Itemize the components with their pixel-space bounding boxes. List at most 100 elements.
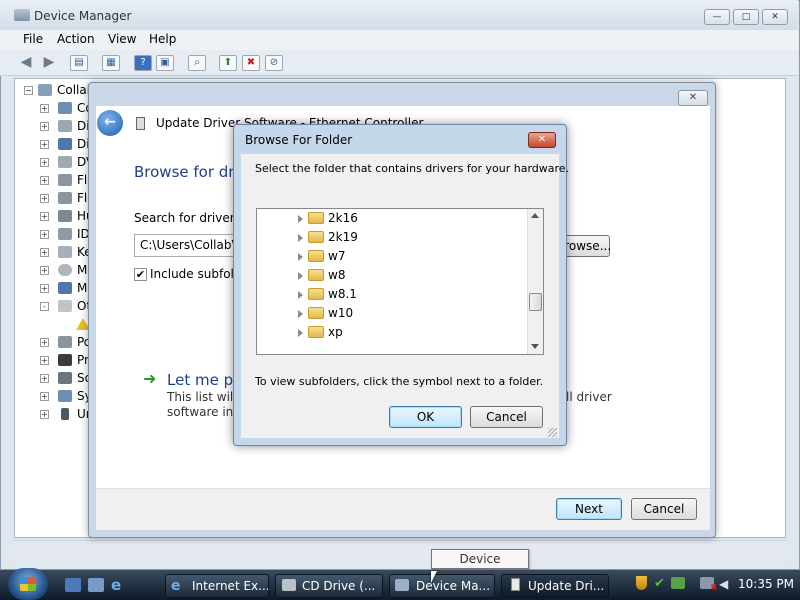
- disable-icon[interactable]: ⊘: [265, 55, 283, 71]
- minimize-button[interactable]: —: [704, 9, 730, 25]
- menu-help[interactable]: Help: [149, 32, 176, 46]
- update-driver-icon[interactable]: ⬆: [219, 55, 237, 71]
- mouse-icon: [58, 264, 72, 276]
- expand-arrow-icon[interactable]: [298, 291, 303, 299]
- usb-icon: [61, 408, 69, 420]
- floppy-drive-icon: [58, 192, 72, 204]
- browse-cancel-button[interactable]: Cancel: [470, 406, 543, 428]
- network-icon[interactable]: [671, 577, 685, 589]
- device-icon: [136, 117, 145, 130]
- folder-icon: [308, 307, 324, 319]
- pick-description-line1-tail: ll driver: [566, 390, 612, 404]
- taskbar-internet-explorer[interactable]: Internet Ex...: [165, 574, 269, 598]
- device-manager-icon: [395, 579, 409, 591]
- ok-button[interactable]: OK: [389, 406, 462, 428]
- ports-icon: [58, 336, 72, 348]
- help-icon[interactable]: ?: [134, 55, 152, 71]
- scan-hardware-icon[interactable]: ⌕: [188, 55, 206, 71]
- switch-windows-icon[interactable]: [88, 578, 104, 592]
- taskbar-label: CD Drive (...: [302, 579, 376, 593]
- show-desktop-icon[interactable]: [65, 578, 81, 592]
- folder-icon: [308, 288, 324, 300]
- start-button[interactable]: [8, 568, 48, 600]
- tree-expander[interactable]: +: [40, 194, 49, 203]
- clock[interactable]: 10:35 PM: [738, 577, 794, 591]
- folder-label: 2k16: [328, 211, 358, 225]
- processor-icon: [58, 354, 72, 366]
- tree-expander[interactable]: +: [40, 410, 49, 419]
- scroll-up-icon[interactable]: [531, 213, 539, 218]
- expand-arrow-icon[interactable]: [298, 253, 303, 261]
- expand-arrow-icon[interactable]: [298, 310, 303, 318]
- console-icon[interactable]: ▣: [156, 55, 174, 71]
- windows-logo-icon: [20, 577, 36, 591]
- scroll-thumb[interactable]: [529, 293, 542, 311]
- tree-expander[interactable]: +: [40, 338, 49, 347]
- tree-expander[interactable]: -: [40, 302, 49, 311]
- folder-icon: [308, 326, 324, 338]
- tree-expander[interactable]: +: [40, 284, 49, 293]
- let-me-pick-link[interactable]: Let me pi: [167, 371, 237, 389]
- tree-expander[interactable]: +: [40, 158, 49, 167]
- properties-icon[interactable]: ▤: [70, 55, 88, 71]
- expand-arrow-icon[interactable]: [298, 215, 303, 223]
- folder-tree-scrollbar[interactable]: [527, 209, 543, 354]
- uninstall-icon[interactable]: ✖: [242, 55, 260, 71]
- dvd-drive-icon: [58, 156, 72, 168]
- floppy-icon: [58, 174, 72, 186]
- tree-expander[interactable]: +: [40, 230, 49, 239]
- back-arrow-icon[interactable]: ←: [97, 110, 123, 136]
- browse-folder-close-button[interactable]: ✕: [528, 132, 556, 148]
- include-subfolders-label: Include subfold: [150, 267, 242, 281]
- tree-expander[interactable]: +: [40, 176, 49, 185]
- tree-expander[interactable]: +: [40, 248, 49, 257]
- expand-arrow-icon[interactable]: [298, 234, 303, 242]
- volume-mute-icon[interactable]: ◀: [719, 577, 728, 591]
- scroll-down-icon[interactable]: [531, 344, 539, 349]
- include-subfolders-checkbox[interactable]: ✔: [134, 268, 147, 281]
- device-manager-titlebar[interactable]: Device Manager — □ ✕: [0, 0, 798, 30]
- menu-view[interactable]: View: [108, 32, 136, 46]
- internet-explorer-icon[interactable]: e: [111, 578, 127, 593]
- tree-expander[interactable]: +: [40, 374, 49, 383]
- computer-icon: [38, 84, 52, 96]
- wizard-cancel-button[interactable]: Cancel: [631, 498, 697, 520]
- tree-expander[interactable]: +: [40, 104, 49, 113]
- close-button[interactable]: ✕: [762, 9, 788, 25]
- device-view-icon[interactable]: ▦: [102, 55, 120, 71]
- green-arrow-icon: ➜: [143, 369, 157, 388]
- tree-expander[interactable]: +: [40, 212, 49, 221]
- back-arrow-icon[interactable]: ◀: [17, 55, 35, 71]
- security-shield-icon[interactable]: [636, 576, 647, 590]
- folder-icon: [308, 231, 324, 243]
- window-title: Device Manager: [34, 9, 132, 23]
- browse-folder-title: Browse For Folder: [245, 133, 353, 147]
- folder-label: 2k19: [328, 230, 358, 244]
- expand-arrow-icon[interactable]: [298, 329, 303, 337]
- next-button[interactable]: Next: [556, 498, 622, 520]
- tree-expander[interactable]: +: [40, 356, 49, 365]
- tree-collapse-root[interactable]: −: [24, 86, 33, 95]
- expand-arrow-icon[interactable]: [298, 272, 303, 280]
- resize-grip-icon[interactable]: [548, 428, 557, 437]
- folder-label: w8: [328, 268, 346, 282]
- checkmark-icon[interactable]: ✔: [654, 576, 665, 591]
- maximize-button[interactable]: □: [733, 9, 759, 25]
- monitor-icon: [58, 282, 72, 294]
- tree-expander[interactable]: +: [40, 122, 49, 131]
- forward-arrow-icon[interactable]: ▶: [40, 55, 58, 71]
- menu-file[interactable]: File: [23, 32, 43, 46]
- tree-expander[interactable]: +: [40, 266, 49, 275]
- taskbar-label: Device Ma...: [416, 579, 491, 593]
- taskbar-label: Update Dri...: [528, 579, 605, 593]
- error-x-icon[interactable]: ✖: [710, 583, 718, 593]
- cd-drive-icon: [282, 579, 296, 591]
- tree-expander[interactable]: +: [40, 140, 49, 149]
- disk-drive-icon: [58, 120, 72, 132]
- menu-action[interactable]: Action: [57, 32, 95, 46]
- device-manager-app-icon: [14, 9, 30, 21]
- tree-expander[interactable]: +: [40, 392, 49, 401]
- wizard-close-button[interactable]: ✕: [678, 90, 708, 106]
- folder-icon: [308, 212, 324, 224]
- folder-label: w10: [328, 306, 354, 320]
